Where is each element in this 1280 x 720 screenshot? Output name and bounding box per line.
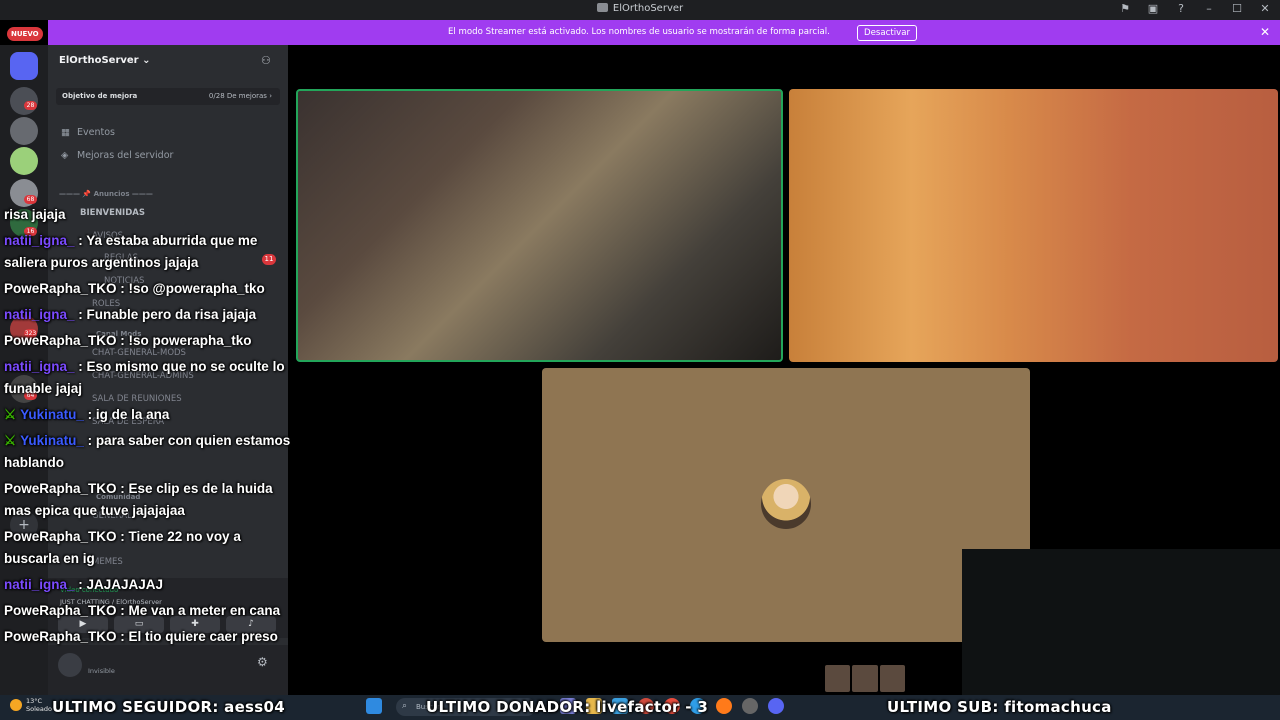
chat-message: natii_igna_ : JAJAJAJAJ — [4, 577, 164, 592]
deactivate-button[interactable]: Desactivar — [857, 25, 918, 41]
sword-badge-icon: ⚔ — [4, 407, 17, 422]
chat-username: natii_igna_ — [4, 577, 75, 592]
participant-thumb[interactable] — [879, 665, 905, 692]
chat-message: PoweRapha_TKO : El tio quiere caer preso — [4, 629, 278, 644]
chat-username: natii_igna_ — [4, 307, 75, 322]
server-name-dropdown[interactable]: ElOrthoServer ⌄ — [59, 55, 150, 66]
participant-thumb[interactable] — [825, 665, 851, 692]
inbox-flag-icon[interactable]: ⚑ — [1118, 2, 1132, 15]
chat-message: natii_igna_ : Funable pero da risa jajaj… — [4, 307, 257, 322]
events-item[interactable]: ▦ Eventos — [61, 127, 115, 138]
chat-username: PoweRapha_TKO — [4, 281, 117, 296]
boost-icon: ◈ — [61, 150, 69, 161]
close-window-button[interactable]: ✕ — [1258, 2, 1272, 15]
chat-username: natii_igna_ — [4, 233, 75, 248]
user-settings-icon[interactable]: ⚙ — [257, 655, 268, 669]
avatar[interactable] — [58, 653, 82, 677]
participant-thumb[interactable] — [852, 665, 878, 692]
chat-message: risa jajaja — [4, 207, 66, 222]
user-status: Invisible — [88, 667, 115, 675]
minimize-button[interactable]: – — [1202, 2, 1216, 15]
streamer-mode-message: El modo Streamer está activado. Los nomb… — [448, 27, 830, 37]
windows-start-icon[interactable] — [366, 698, 382, 714]
server-boosts-item[interactable]: ◈ Mejoras del servidor — [61, 150, 173, 161]
unread-badge: 68 — [24, 195, 37, 204]
window-title: ElOrthoServer — [0, 3, 1280, 14]
help-icon[interactable]: ? — [1174, 2, 1188, 15]
weather-text: Soleado — [26, 705, 52, 713]
last-sub-label: ULTIMO SUB: fitomachuca — [887, 698, 1112, 716]
firefox-icon[interactable] — [716, 698, 732, 714]
search-icon: ⌕ — [402, 701, 408, 711]
obs-icon[interactable] — [742, 698, 758, 714]
chat-username: Yukinatu_ — [20, 407, 84, 422]
server-icon[interactable] — [10, 147, 38, 175]
new-badge: NUEVO — [7, 27, 43, 41]
last-follower-label: ULTIMO SEGUIDOR: aess04 — [52, 698, 285, 716]
inbox-icon[interactable]: ▣ — [1146, 2, 1160, 15]
streamer-mode-banner: El modo Streamer está activado. Los nomb… — [48, 20, 1280, 45]
weather-widget[interactable]: 13°C Soleado — [10, 697, 52, 713]
boost-goal[interactable]: Objetivo de mejora 0/28 De mejoras › — [56, 88, 280, 105]
chat-username: PoweRapha_TKO — [4, 333, 117, 348]
invite-people-icon[interactable]: ⚇ — [261, 54, 271, 67]
chat-message: ⚔ Yukinatu_ : para saber con quien estamo… — [4, 433, 294, 470]
chat-message: PoweRapha_TKO : Me van a meter en cana — [4, 603, 281, 618]
calendar-icon: ▦ — [61, 127, 70, 138]
user-panel: Invisible ⚙ — [48, 645, 288, 695]
chat-username: PoweRapha_TKO — [4, 481, 117, 496]
chat-username: PoweRapha_TKO — [4, 629, 117, 644]
boost-goal-count: 0/28 De mejoras › — [208, 92, 272, 100]
chat-username: PoweRapha_TKO — [4, 529, 117, 544]
direct-messages-button[interactable] — [10, 52, 38, 80]
chat-message: PoweRapha_TKO : Ese clip es de la huida … — [4, 481, 277, 518]
video-tile-streamer[interactable] — [296, 89, 783, 362]
chat-message: PoweRapha_TKO : !so @powerapha_tko — [4, 281, 265, 296]
chat-message: PoweRapha_TKO : !so powerapha_tko — [4, 333, 252, 348]
video-tile-participant[interactable] — [789, 89, 1278, 362]
title-bar: ElOrthoServer ⚑ ▣ ? – ☐ ✕ — [0, 0, 1280, 20]
chat-username: Yukinatu_ — [20, 433, 84, 448]
stream-chat-overlay: risa jajaja natii_igna_ : Ya estaba abur… — [4, 204, 294, 652]
sun-icon — [10, 699, 22, 711]
server-icon[interactable] — [10, 117, 38, 145]
chat-username: natii_igna_ — [4, 359, 75, 374]
sword-badge-icon: ⚔ — [4, 433, 17, 448]
chat-message: PoweRapha_TKO : Tiene 22 no voy a buscar… — [4, 529, 245, 566]
chat-username: PoweRapha_TKO — [4, 603, 117, 618]
chat-message: natii_igna_ : Ya estaba aburrida que me … — [4, 233, 262, 270]
last-donor-label: ULTIMO DONADOR: livefactor - 3 — [426, 698, 709, 716]
chat-message: natii_igna_ : Eso mismo que no se oculte… — [4, 359, 289, 396]
category-anuncios[interactable]: ——— 📌 Anuncios ——— — [59, 190, 153, 198]
overlay-dark-panel — [962, 549, 1280, 695]
discord-icon — [596, 3, 608, 12]
close-banner-icon[interactable]: ✕ — [1260, 25, 1270, 39]
discord-taskbar-icon[interactable] — [768, 698, 784, 714]
unread-badge: 28 — [24, 101, 37, 110]
participant-strip[interactable] — [825, 665, 905, 692]
chat-message: ⚔ Yukinatu_ : ig de la ana — [4, 407, 170, 422]
maximize-button[interactable]: ☐ — [1230, 2, 1244, 15]
weather-temp: 13°C — [26, 697, 43, 705]
boost-goal-label: Objetivo de mejora — [62, 92, 138, 100]
participant-avatar — [761, 479, 811, 529]
